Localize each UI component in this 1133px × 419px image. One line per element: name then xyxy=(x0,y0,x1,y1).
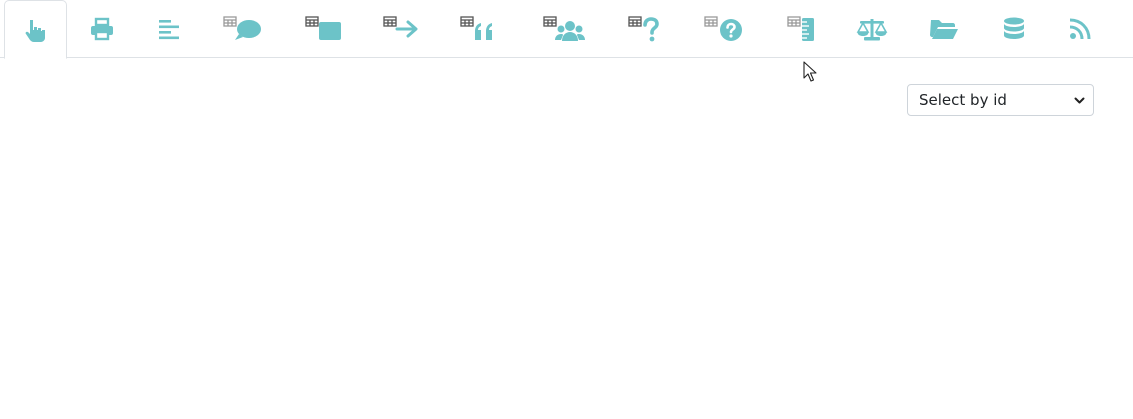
table-question-icon xyxy=(628,16,659,42)
table-quote-icon xyxy=(460,16,492,40)
folder-open-icon xyxy=(930,20,958,39)
tab-balance-scale[interactable] xyxy=(854,0,890,58)
tab-align-left[interactable] xyxy=(147,0,191,58)
tab-print[interactable] xyxy=(80,0,124,58)
table-square-icon xyxy=(305,16,341,40)
tab-table-comment[interactable] xyxy=(220,0,266,58)
tab-table-question[interactable] xyxy=(626,0,666,58)
table-ruler-icon xyxy=(787,16,814,41)
tab-table-ruler[interactable] xyxy=(784,0,820,58)
tab-table-question-circle[interactable] xyxy=(702,0,746,58)
tab-table-arrow[interactable] xyxy=(380,0,424,58)
tab-table-users[interactable] xyxy=(540,0,590,58)
database-icon xyxy=(1004,17,1024,39)
chevron-down-icon xyxy=(1074,97,1085,104)
tab-folder-open[interactable] xyxy=(926,0,962,58)
tab-hand-pointer[interactable] xyxy=(4,0,67,59)
rss-icon xyxy=(1069,18,1091,40)
table-comment-icon xyxy=(223,16,261,40)
hand-pointer-icon xyxy=(25,19,45,42)
tab-table-square[interactable] xyxy=(302,0,346,58)
align-left-icon xyxy=(159,20,179,40)
tab-database[interactable] xyxy=(998,0,1030,58)
print-icon xyxy=(91,17,113,41)
table-users-icon xyxy=(543,16,585,41)
table-question-circle-icon xyxy=(704,16,742,41)
tab-rss[interactable] xyxy=(1064,0,1096,58)
table-arrow-right-icon xyxy=(383,16,418,38)
tab-bar xyxy=(0,0,1133,59)
balance-scale-icon xyxy=(856,19,888,41)
select-by-id-label: Select by id xyxy=(919,91,1007,109)
tab-table-quote[interactable] xyxy=(458,0,502,58)
select-by-id-dropdown[interactable]: Select by id xyxy=(907,84,1094,116)
mouse-cursor-icon xyxy=(803,61,817,82)
